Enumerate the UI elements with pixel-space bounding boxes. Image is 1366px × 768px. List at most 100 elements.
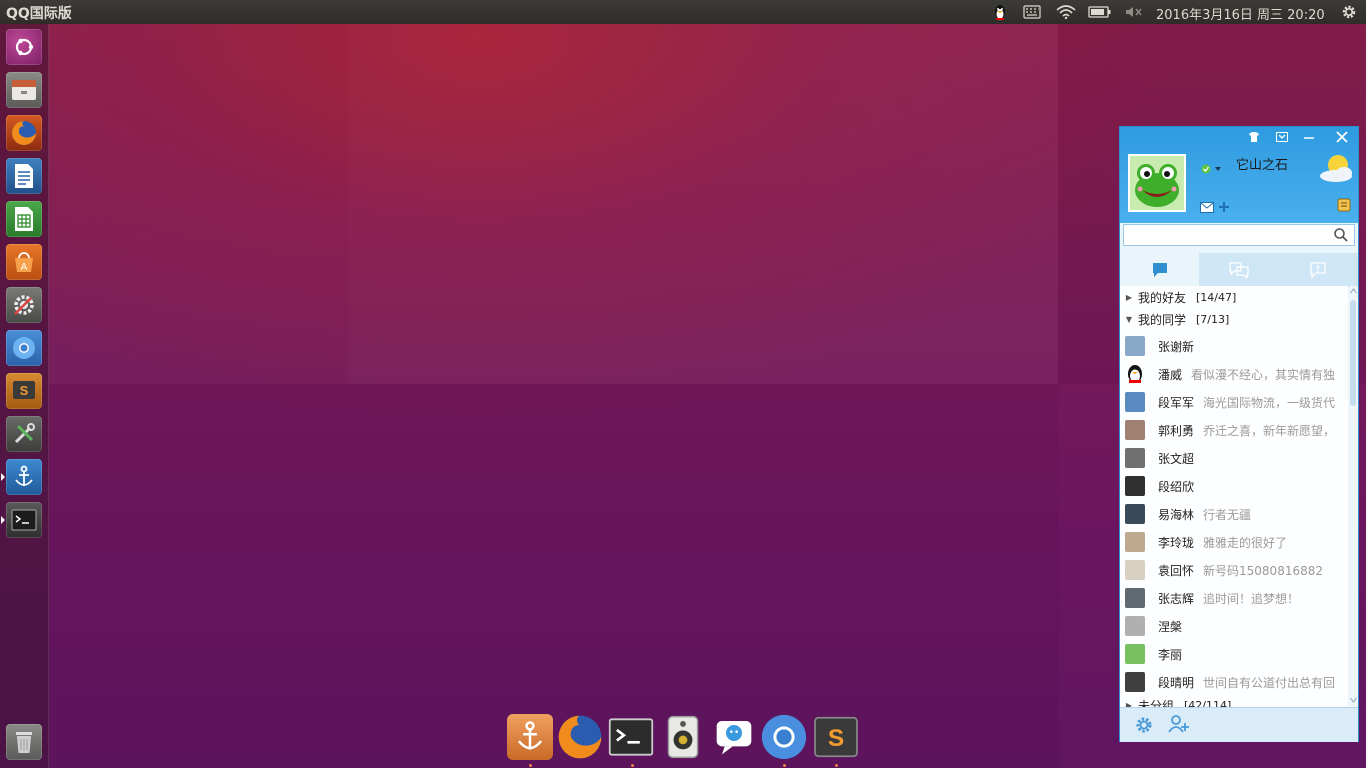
- groups-tab[interactable]: [1278, 253, 1357, 286]
- contact-row[interactable]: 张志辉 追时间！追梦想！: [1120, 584, 1348, 612]
- group-name: 未分组: [1138, 698, 1175, 708]
- contact-avatar: [1125, 448, 1145, 468]
- scroll-down-icon[interactable]: [1350, 697, 1357, 703]
- contact-row[interactable]: 郭利勇 乔迁之喜，新年新愿望，: [1120, 416, 1348, 444]
- sublime-text-icon[interactable]: S: [6, 373, 42, 409]
- contact-avatar: [1125, 616, 1145, 636]
- writer-icon[interactable]: [6, 158, 42, 194]
- expand-arrow-icon: ▶: [1125, 292, 1133, 302]
- contact-row[interactable]: 张谢新: [1120, 332, 1348, 360]
- nickname[interactable]: 它山之石: [1236, 154, 1288, 173]
- search-input[interactable]: [1123, 224, 1355, 246]
- contact-name: 段绍欣: [1158, 479, 1195, 494]
- qq-tray-icon[interactable]: [990, 0, 1010, 24]
- svg-text:S: S: [20, 383, 29, 398]
- dock-sublime-text-icon[interactable]: S: [813, 714, 859, 760]
- scroll-up-icon[interactable]: [1350, 288, 1357, 294]
- search-icon[interactable]: [1334, 227, 1348, 246]
- contact-name: 张谢新: [1158, 339, 1195, 354]
- chromium-icon[interactable]: [6, 330, 42, 366]
- group-my-friends[interactable]: ▶ 我的好友 [14/47]: [1120, 286, 1348, 308]
- svg-text:S: S: [828, 725, 844, 752]
- contact-signature: 看似漫不经心，其实情有独: [1191, 367, 1336, 382]
- dock-music-player-icon[interactable]: [660, 714, 706, 760]
- online-status-icon[interactable]: [1201, 159, 1223, 178]
- mail-icon[interactable]: [1200, 198, 1214, 217]
- weather-icon[interactable]: [1318, 151, 1356, 189]
- group-ungrouped[interactable]: ▶ 未分组 [42/114]: [1120, 694, 1348, 708]
- contact-name: 涅槃: [1158, 619, 1183, 634]
- running-dot: [529, 764, 532, 767]
- launcher: A S: [0, 24, 49, 768]
- calc-icon[interactable]: [6, 201, 42, 237]
- clock[interactable]: 2016年3月16日 周三 20:20: [1156, 4, 1325, 23]
- contact-name: 袁回怀: [1158, 563, 1195, 578]
- contact-row[interactable]: 段绍欣: [1120, 472, 1348, 500]
- contact-avatar: [1125, 336, 1145, 356]
- add-app-icon[interactable]: [1218, 198, 1230, 217]
- message-box-icon[interactable]: [1337, 197, 1351, 216]
- software-center-icon[interactable]: A: [6, 244, 42, 280]
- contact-signature: 乔迁之喜，新年新愿望，: [1203, 423, 1336, 438]
- contact-avatar: [1125, 644, 1145, 664]
- wifi-icon[interactable]: [1055, 0, 1077, 24]
- battery-icon[interactable]: [1088, 0, 1112, 24]
- close-icon[interactable]: [1330, 129, 1354, 145]
- contact-row[interactable]: 李丽: [1120, 640, 1348, 668]
- contact-signature: 世间自有公道付出总有回: [1203, 675, 1336, 690]
- contact-row[interactable]: 易海林 行者无疆: [1120, 500, 1348, 528]
- terminal-icon[interactable]: [6, 502, 42, 538]
- dock-firefox-icon[interactable]: [557, 714, 603, 760]
- recent-chats-tab[interactable]: [1199, 253, 1278, 286]
- dock-chromium-icon[interactable]: [761, 714, 807, 760]
- contact-avatar: [1125, 588, 1145, 608]
- svg-text:A: A: [21, 262, 28, 273]
- contact-row[interactable]: 李玲珑 雅雅走的很好了: [1120, 528, 1348, 556]
- contact-list: ▶ 我的好友 [14/47] ▼ 我的同学 [7/13] 张谢新 潘威 看似漫不…: [1120, 286, 1348, 707]
- gear-icon[interactable]: [1338, 0, 1360, 24]
- add-contact-icon[interactable]: [1168, 714, 1190, 738]
- contact-row[interactable]: 涅槃: [1120, 612, 1348, 640]
- contact-name: 段军军: [1158, 395, 1195, 410]
- qq-footer: [1120, 707, 1358, 742]
- group-my-classmates[interactable]: ▼ 我的同学 [7/13]: [1120, 308, 1348, 330]
- ubuntu-dash-icon[interactable]: [6, 29, 42, 65]
- group-count: [42/114]: [1184, 698, 1232, 708]
- contact-name: 易海林: [1158, 507, 1195, 522]
- system-settings-icon[interactable]: [6, 287, 42, 323]
- active-app-title: QQ国际版: [6, 6, 72, 22]
- skin-icon[interactable]: [1242, 129, 1266, 145]
- contact-name: 张文超: [1158, 451, 1195, 466]
- minimize-icon[interactable]: [1297, 129, 1321, 145]
- keyboard-icon[interactable]: [1022, 0, 1042, 24]
- contact-avatar: [1125, 504, 1145, 524]
- contact-row[interactable]: 段军军 海光国际物流，一级货代: [1120, 388, 1348, 416]
- contacts-tab[interactable]: [1120, 253, 1199, 286]
- contact-signature: 海光国际物流，一级货代: [1203, 395, 1336, 410]
- scrollbar-thumb[interactable]: [1350, 300, 1356, 406]
- running-dot: [835, 764, 838, 767]
- trash-icon[interactable]: [6, 724, 42, 760]
- contact-row[interactable]: 段晴明 世间自有公道付出总有回: [1120, 668, 1348, 696]
- settings-gear-icon[interactable]: [1134, 715, 1154, 739]
- dock-anchor-app-icon[interactable]: [507, 714, 553, 760]
- avatar[interactable]: [1128, 154, 1186, 212]
- group-count: [14/47]: [1196, 290, 1237, 304]
- contact-row[interactable]: 袁回怀 新号码15080816882: [1120, 556, 1348, 584]
- anchor-app-icon[interactable]: [6, 459, 42, 495]
- volume-mute-icon[interactable]: [1123, 0, 1143, 24]
- dock-terminal-icon[interactable]: [608, 714, 654, 760]
- contact-avatar: [1125, 672, 1145, 692]
- system-tools-icon[interactable]: [6, 416, 42, 452]
- firefox-icon[interactable]: [6, 115, 42, 151]
- files-icon[interactable]: [6, 72, 42, 108]
- contact-signature: 雅雅走的很好了: [1203, 535, 1288, 550]
- contact-list-scrollbar[interactable]: [1349, 286, 1358, 707]
- contact-row[interactable]: 张文超: [1120, 444, 1348, 472]
- menu-dropdown-icon[interactable]: [1270, 129, 1294, 145]
- contact-signature: 追时间！追梦想！: [1203, 591, 1300, 606]
- contact-avatar: [1125, 476, 1145, 496]
- dock-messenger-icon[interactable]: [711, 714, 757, 760]
- top-panel: QQ国际版 2016年3月16日 周三 20:20: [0, 0, 1366, 24]
- contact-row[interactable]: 潘威 看似漫不经心，其实情有独: [1120, 360, 1348, 388]
